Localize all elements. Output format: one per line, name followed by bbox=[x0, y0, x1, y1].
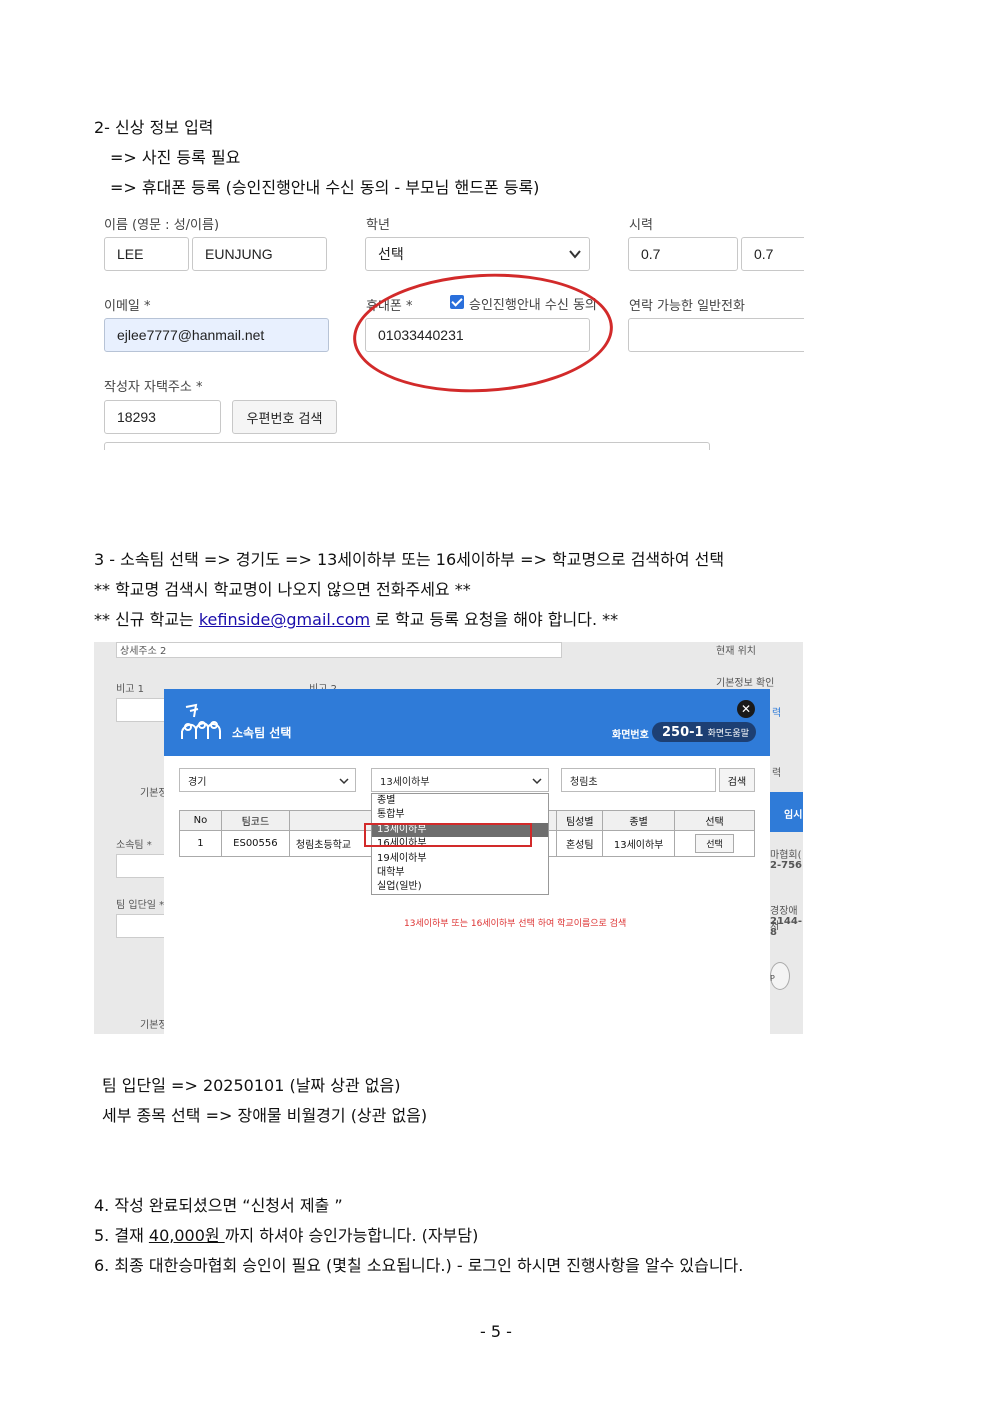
bg-note1: 비고 1 bbox=[116, 684, 144, 695]
first-name-input[interactable]: EUNJUNG bbox=[192, 237, 327, 271]
address-detail-input[interactable] bbox=[104, 442, 710, 450]
modal-title: 소속팀 선택 bbox=[232, 726, 292, 740]
section3-line2: ** 학교명 검색시 학교명이 나오지 않으면 전화주세요 ** bbox=[94, 580, 471, 599]
phone-highlight-ellipse bbox=[350, 267, 616, 399]
team-select-modal: 소속팀 선택 화면번호 250-1 화면도움말 ✕ 경기 13세이하부 청림초 … bbox=[164, 689, 770, 1034]
list-item[interactable]: 실업(일반) bbox=[372, 880, 548, 894]
step6: 6. 최종 대한승마협회 승인이 필요 (몇칠 소요됩니다.) - 로그인 하시… bbox=[94, 1256, 744, 1275]
address-label: 작성자 자택주소 * bbox=[104, 380, 203, 395]
screen-number-badge[interactable]: 250-1 화면도움말 bbox=[652, 722, 756, 742]
team-select-screenshot: 상세주소 2 비고 1 비고 2 기본정 소속팀 * 팀 입단일 * 기본정 현… bbox=[94, 642, 803, 1034]
landline-label: 연락 가능한 일반전화 bbox=[629, 299, 745, 314]
bg-team: 소속팀 * bbox=[116, 840, 152, 851]
grade-select[interactable]: 선택 bbox=[365, 237, 590, 271]
landline-input[interactable] bbox=[628, 318, 804, 352]
email-label: 이메일 * bbox=[104, 299, 151, 314]
row-select-button[interactable]: 선택 bbox=[695, 834, 734, 853]
screen-label: 화면번호 bbox=[612, 730, 649, 741]
section2-sub1: => 사진 등록 필요 bbox=[110, 148, 241, 167]
postcode-input[interactable]: 18293 bbox=[104, 400, 221, 434]
email-link[interactable]: kefinside@gmail.com bbox=[199, 610, 370, 629]
close-icon[interactable]: ✕ bbox=[737, 700, 755, 718]
section2-sub2: => 휴대폰 등록 (승인진행안내 수신 동의 - 부모님 핸드폰 등록) bbox=[110, 178, 540, 197]
event-note: 세부 종목 선택 => 장애물 비월경기 (상관 없음) bbox=[102, 1106, 428, 1125]
join-date-note: 팀 입단일 => 20250101 (날짜 상관 없음) bbox=[102, 1076, 401, 1095]
search-hint: 13세이하부 또는 16세이하부 선택 하여 학교이름으로 검색 bbox=[404, 919, 627, 929]
step4: 4. 작성 완료되셨으면 “신청서 제출 ” bbox=[94, 1196, 343, 1215]
modal-header: 소속팀 선택 화면번호 250-1 화면도움말 ✕ bbox=[164, 689, 770, 756]
division-highlight-box bbox=[364, 823, 532, 847]
personal-info-form-screenshot: 이름 (영문 : 성/이름) LEE EUNJUNG 학년 선택 시력 0.7 … bbox=[94, 204, 804, 450]
grade-select-value: 선택 bbox=[378, 246, 404, 262]
last-name-input[interactable]: LEE bbox=[104, 237, 189, 271]
school-search-input[interactable]: 청림초 bbox=[561, 768, 716, 792]
email-input[interactable]: ejlee7777@hanmail.net bbox=[104, 318, 329, 352]
bg-joindate: 팀 입단일 * bbox=[116, 900, 165, 911]
grade-label: 학년 bbox=[366, 218, 390, 233]
section3-line3: ** 신규 학교는 kefinside@gmail.com 로 학교 등록 요청… bbox=[94, 610, 619, 629]
list-item[interactable]: 통합부 bbox=[372, 808, 548, 822]
chevron-down-icon bbox=[532, 778, 542, 785]
horse-rider-logo-icon bbox=[181, 703, 221, 739]
bg-location: 현재 위치 bbox=[716, 646, 756, 657]
step5: 5. 결재 40,000원 까지 하셔야 승인가능합니다. (자부담) bbox=[94, 1226, 479, 1245]
chevron-down-icon bbox=[569, 250, 581, 259]
division-select[interactable]: 13세이하부 bbox=[371, 768, 549, 792]
region-select[interactable]: 경기 bbox=[179, 768, 356, 792]
section3-line1: 3 - 소속팀 선택 => 경기도 => 13세이하부 또는 16세이하부 =>… bbox=[94, 550, 725, 569]
vision-left-input[interactable]: 0.7 bbox=[628, 237, 738, 271]
postcode-search-button[interactable]: 우편번호 검색 bbox=[232, 400, 337, 434]
list-item[interactable]: 종별 bbox=[372, 794, 548, 808]
bg-temp: 임시 bbox=[784, 810, 803, 821]
vision-label: 시력 bbox=[629, 218, 653, 233]
vision-right-input[interactable]: 0.7 bbox=[741, 237, 804, 271]
bg-location-item: 기본정보 확인 bbox=[716, 678, 775, 689]
payment-amount: 40,000원 bbox=[148, 1226, 225, 1245]
chevron-down-icon bbox=[339, 778, 349, 785]
list-item[interactable]: 대학부 bbox=[372, 866, 548, 880]
name-label: 이름 (영문 : 성/이름) bbox=[104, 218, 220, 233]
section2-title: 2- 신상 정보 입력 bbox=[94, 118, 214, 137]
bg-addr2: 상세주소 2 bbox=[120, 646, 167, 657]
search-button[interactable]: 검색 bbox=[719, 768, 755, 792]
list-item[interactable]: 19세이하부 bbox=[372, 852, 548, 866]
page-number: - 5 - bbox=[480, 1322, 512, 1341]
